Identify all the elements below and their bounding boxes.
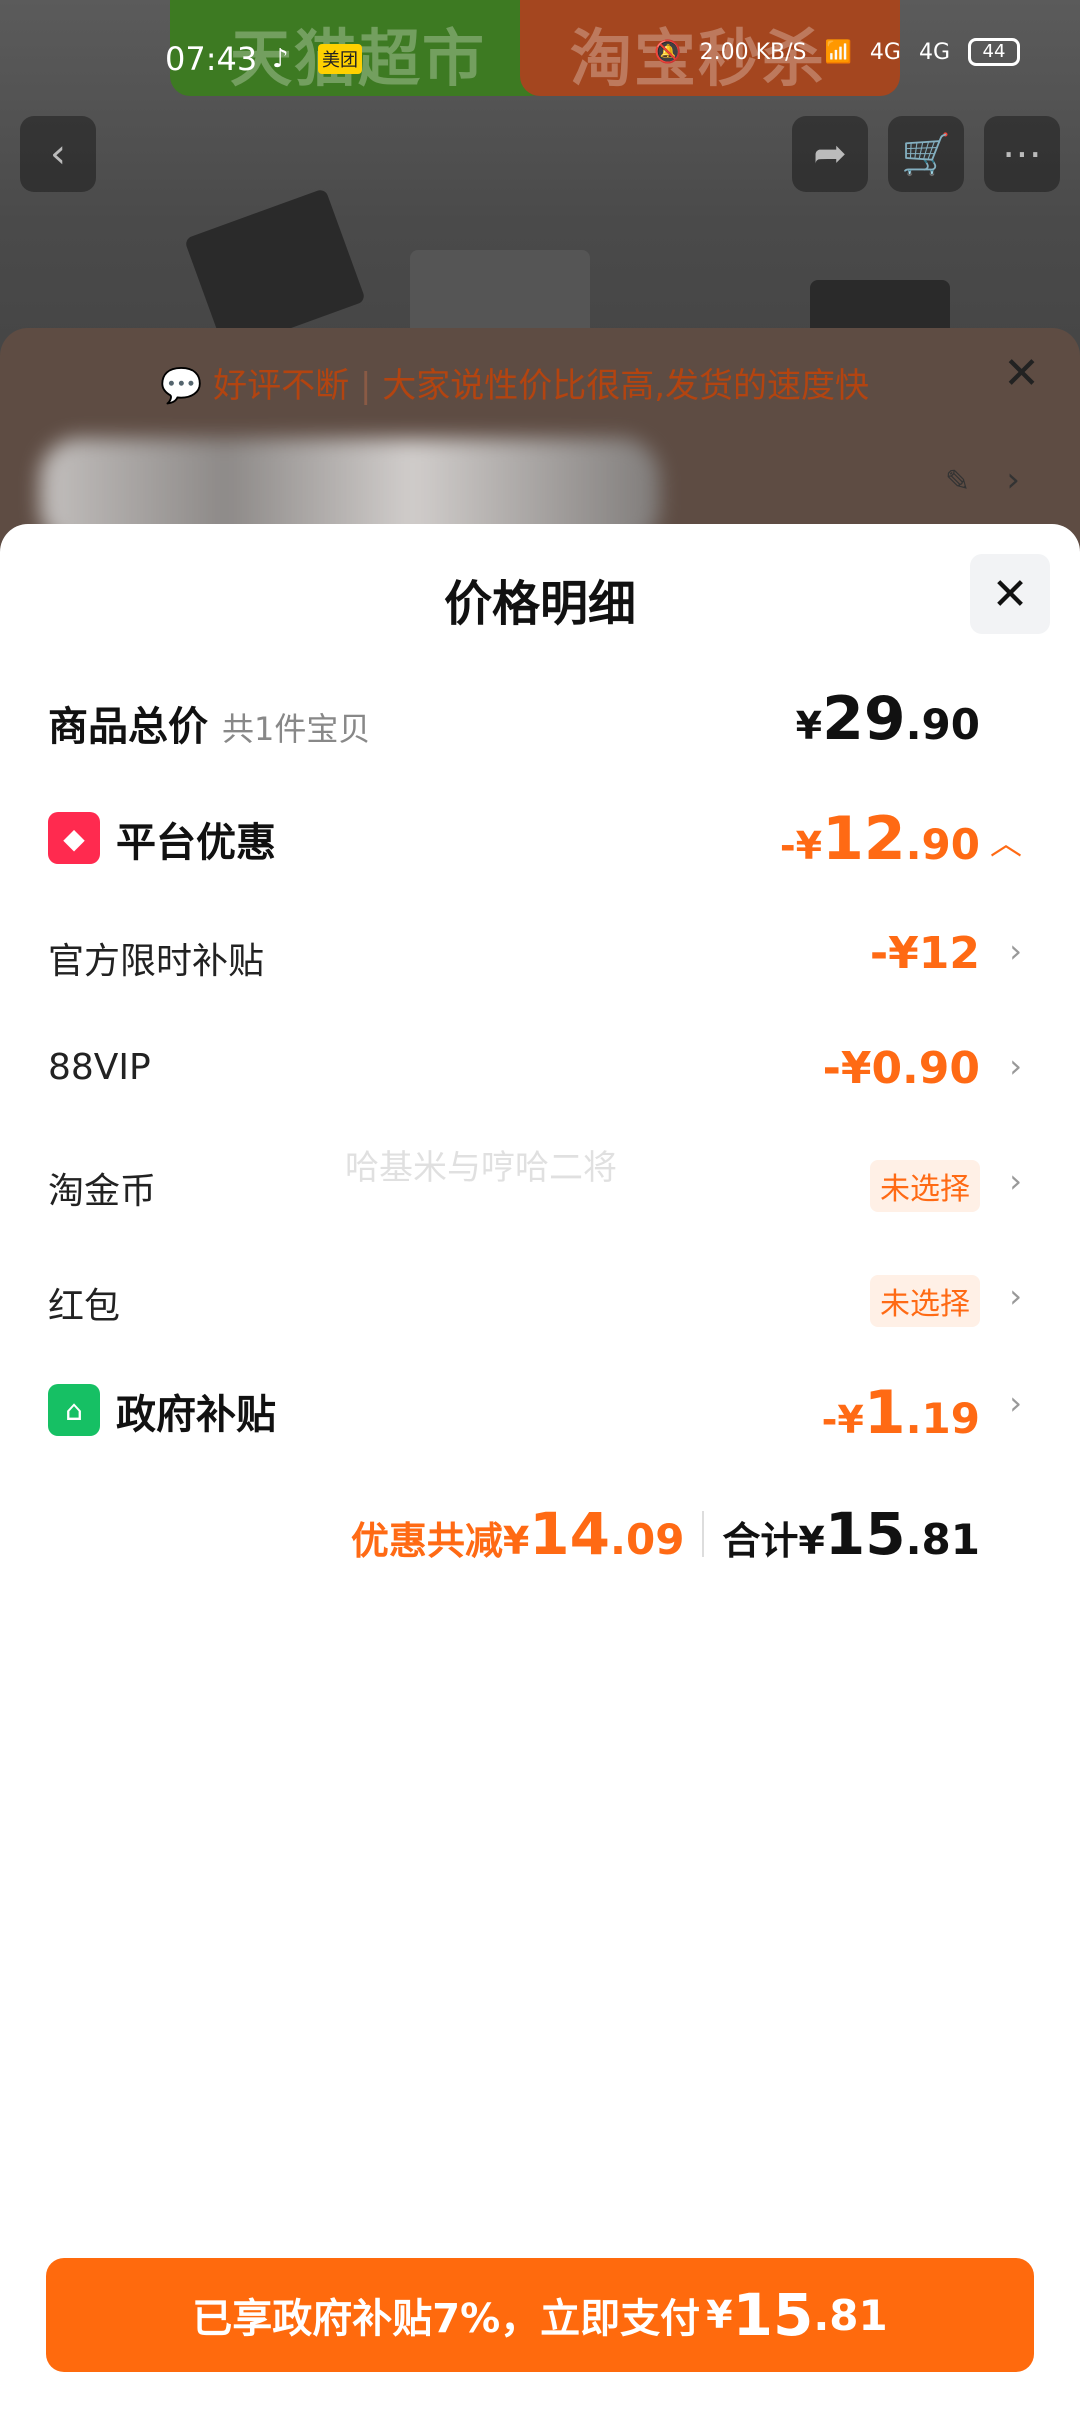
wifi-icon: 📶	[824, 39, 852, 65]
item-count-note: 共1件宝贝	[222, 710, 371, 748]
close-button[interactable]: ✕	[970, 554, 1050, 634]
more-button[interactable]: ⋯	[984, 116, 1060, 192]
pay-button-dec: .81	[813, 2290, 888, 2340]
platform-discount-label: 平台优惠	[116, 820, 276, 866]
pay-now-button[interactable]: 已享政府补贴7%，立即支付 ¥15.81	[46, 2258, 1034, 2372]
watermark: 哈基米与哼哈二将	[345, 1148, 617, 1188]
discount-total-label: 优惠共减¥	[350, 1519, 530, 1563]
official-subsidy-row[interactable]: 官方限时补贴 -¥12 ›	[48, 914, 1032, 994]
vip-discount-label: 88VIP	[48, 1047, 151, 1088]
total-price-amount: ¥29.90	[795, 684, 980, 754]
red-packet-row[interactable]: 红包 未选择 ›	[48, 1259, 1032, 1339]
official-subsidy-label: 官方限时补贴	[48, 941, 265, 982]
chevron-right-icon[interactable]: ›	[1009, 1277, 1022, 1315]
pay-button-text: 已享政府补贴7%，立即支付	[192, 2296, 701, 2342]
signal-4g-1: 4G	[869, 39, 901, 65]
government-subsidy-row[interactable]: ⌂ 政府补贴 -¥1.19 ›	[48, 1374, 1032, 1454]
pay-button-symbol: ¥	[706, 2293, 733, 2337]
review-tip-label: 好评不断	[213, 366, 350, 406]
chevron-up-icon[interactable]: ︿	[990, 818, 1022, 864]
price-detail-sheet: 价格明细 ✕ 商品总价 共1件宝贝 ¥29.90 ◆ 平台优惠 -¥12.90 ︿…	[0, 524, 1080, 2412]
status-bar: 07:43 ♪ 美团 🔕 2.00 KB/S 📶 4G 4G 44	[0, 0, 1080, 120]
battery-icon: 44	[968, 38, 1020, 66]
signal-4g-2: 4G	[918, 39, 950, 65]
share-button[interactable]: ➦	[792, 116, 868, 192]
government-subsidy-label: 政府补贴	[116, 1392, 276, 1438]
chevron-right-icon[interactable]: ›	[1009, 1384, 1022, 1422]
close-icon[interactable]: ✕	[1003, 348, 1040, 399]
official-subsidy-amount: -¥12	[869, 928, 980, 979]
divider	[702, 1511, 705, 1557]
sheet-title: 价格明细	[443, 576, 636, 632]
meituan-icon: 美团	[318, 44, 362, 74]
not-selected-tag[interactable]: 未选择	[870, 1160, 980, 1212]
net-speed: 2.00 KB/S	[699, 39, 807, 65]
close-icon: ✕	[991, 568, 1029, 620]
pay-button-int: 15	[732, 2281, 814, 2349]
chevron-right-icon[interactable]: ›	[1006, 460, 1020, 500]
back-button[interactable]: ‹	[20, 116, 96, 192]
status-time: 07:43	[165, 40, 258, 78]
taobao-coins-label: 淘金币	[48, 1171, 157, 1212]
status-indicators: 🔕 2.00 KB/S 📶 4G 4G 44	[654, 38, 1020, 66]
platform-discount-amount: -¥12.90	[779, 804, 980, 874]
chevron-right-icon[interactable]: ›	[1009, 932, 1022, 970]
grand-total-label: 合计¥	[722, 1519, 825, 1563]
cart-button[interactable]: 🛒	[888, 116, 964, 192]
not-selected-tag[interactable]: 未选择	[870, 1275, 980, 1327]
discount-total-int: 14	[529, 1500, 611, 1568]
review-tip: 💬 好评不断 | 大家说性价比很高,发货的速度快	[160, 366, 870, 406]
discount-total-dec: .09	[610, 1515, 685, 1564]
total-price-label: 商品总价	[48, 704, 208, 750]
government-subsidy-icon: ⌂	[48, 1384, 100, 1436]
red-packet-label: 红包	[48, 1286, 121, 1327]
grand-total-int: 15	[824, 1500, 906, 1568]
coupon-tag-icon: ◆	[48, 812, 100, 864]
platform-discount-row[interactable]: ◆ 平台优惠 -¥12.90 ︿	[48, 800, 1032, 880]
chevron-right-icon[interactable]: ›	[1009, 1047, 1022, 1085]
price-summary: 优惠共减¥ 14.09 合计¥ 15.81	[351, 1500, 980, 1568]
grand-total-dec: .81	[905, 1515, 980, 1564]
vip-discount-row[interactable]: 88VIP -¥0.90 ›	[48, 1029, 1032, 1109]
mute-icon: 🔕	[654, 39, 682, 65]
government-subsidy-amount: -¥1.19	[821, 1378, 980, 1448]
tiktok-icon: ♪	[272, 44, 289, 74]
review-tip-text: 大家说性价比很高,发货的速度快	[382, 366, 870, 406]
chevron-right-icon[interactable]: ›	[1009, 1162, 1022, 1200]
edit-icon[interactable]: ✎	[945, 464, 970, 499]
total-price-row: 商品总价 共1件宝贝 ¥29.90	[48, 684, 1032, 764]
chat-icon: 💬	[160, 366, 203, 406]
vip-discount-amount: -¥0.90	[822, 1043, 980, 1094]
